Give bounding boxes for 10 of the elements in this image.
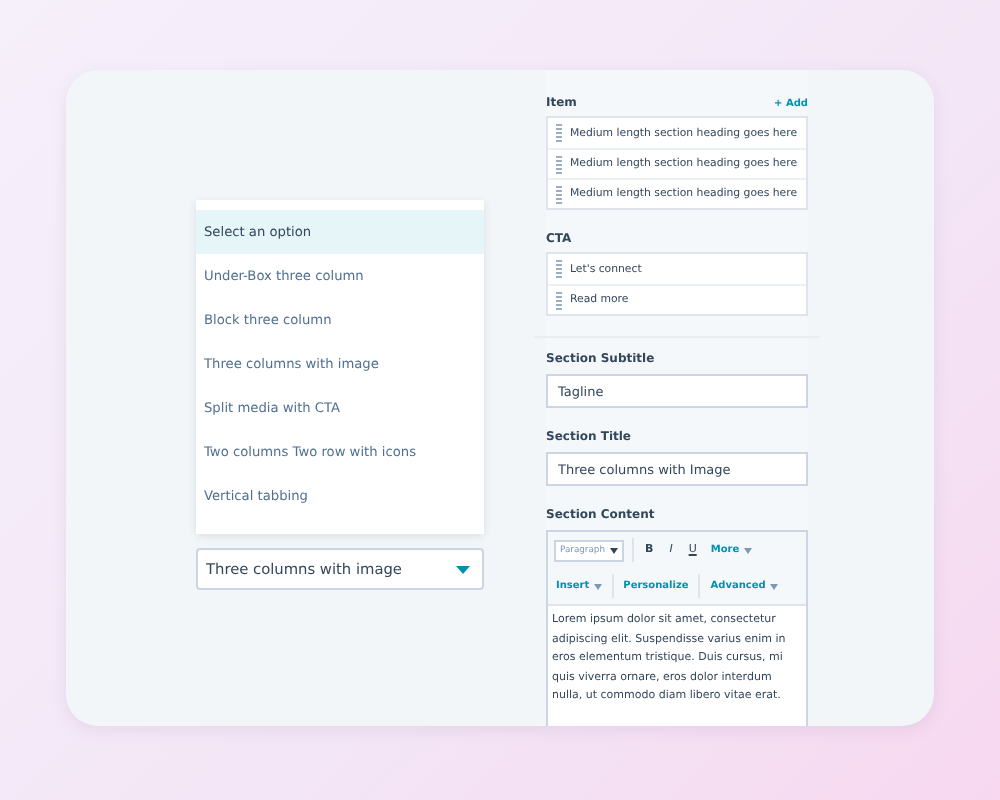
caret-icon [593,583,602,589]
drag-handle-icon[interactable] [556,155,562,173]
caret-icon [769,583,778,589]
caret-icon [743,547,752,553]
drag-handle-icon[interactable] [556,185,562,203]
caret-icon [456,565,470,573]
drag-handle-icon[interactable] [556,260,562,278]
drag-handle-icon[interactable] [556,291,562,309]
drag-handle-icon[interactable] [556,124,562,142]
caret-icon [609,547,617,553]
